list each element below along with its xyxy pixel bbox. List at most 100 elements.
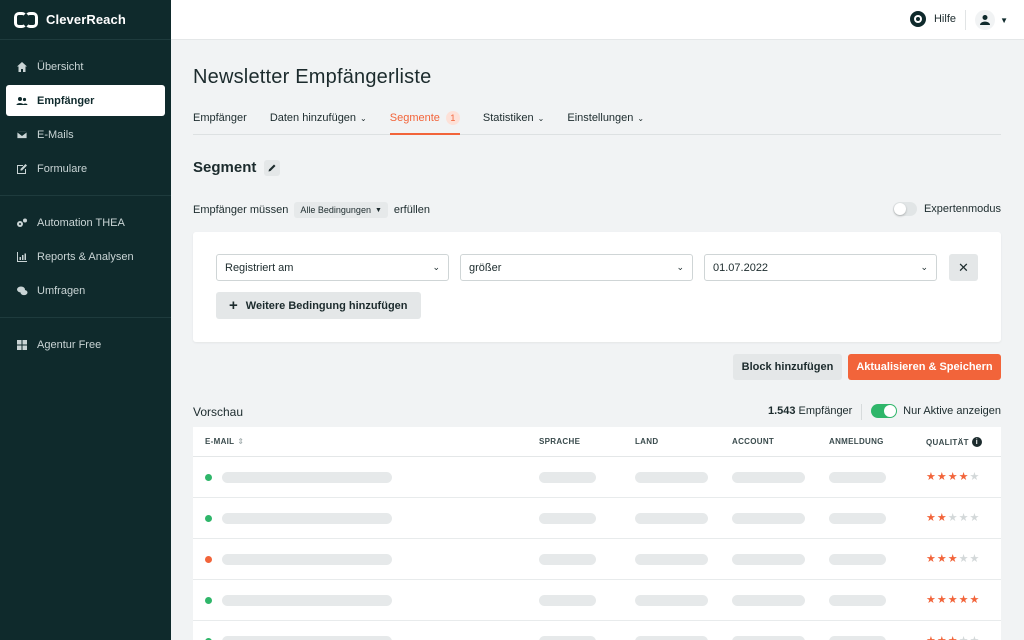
- condition-value-text: 01.07.2022: [713, 261, 769, 274]
- signup-placeholder: [829, 554, 886, 565]
- chevron-down-icon: ⌄: [676, 262, 684, 272]
- quality-rating: ★★★★★: [926, 593, 979, 606]
- sidebar-item-uebersicht[interactable]: Übersicht: [6, 51, 165, 82]
- column-label: E-MAIL: [205, 437, 235, 446]
- star-icon: ★: [947, 594, 958, 606]
- pencil-icon: [268, 164, 276, 171]
- language-placeholder: [539, 472, 596, 483]
- table-header: E-MAIL ⇕ SPRACHE LAND ACCOUNT ANMELDUNG …: [193, 427, 1001, 457]
- chart-icon: [16, 251, 28, 263]
- signup-placeholder: [829, 636, 886, 640]
- star-icon: ★: [947, 471, 958, 483]
- table-row[interactable]: ★★★★★: [193, 539, 1001, 580]
- column-header-qualitaet: QUALITÄT i: [926, 437, 982, 447]
- tab-segmente[interactable]: Segmente 1: [389, 107, 460, 135]
- star-icon: ★: [969, 471, 980, 483]
- condition-value-select[interactable]: 01.07.2022 ⌄: [704, 254, 937, 281]
- condition-mode-value: Alle Bedingungen: [300, 205, 371, 215]
- star-icon: ★: [958, 512, 969, 524]
- table-body: ★★★★★★★★★★★★★★★★★★★★★★★★★: [193, 457, 1001, 640]
- star-icon: ★: [948, 634, 958, 640]
- tab-einstellungen[interactable]: Einstellungen ⌄: [567, 107, 644, 135]
- sidebar-item-label: E-Mails: [37, 128, 74, 141]
- lifebuoy-icon: [909, 11, 926, 27]
- sidebar-item-agentur[interactable]: Agentur Free: [6, 329, 165, 360]
- tab-label: Statistiken: [482, 112, 534, 124]
- sidebar-item-label: Übersicht: [37, 60, 84, 73]
- sidebar-item-empfaenger[interactable]: Empfänger: [6, 85, 165, 116]
- add-condition-button[interactable]: + Weitere Bedingung hinzufügen: [216, 292, 421, 319]
- star-icon: ★: [926, 634, 936, 640]
- column-header-email[interactable]: E-MAIL ⇕: [205, 437, 244, 446]
- sidebar-item-reports[interactable]: Reports & Analysen: [6, 241, 165, 272]
- chevron-down-icon: ▼: [1000, 15, 1008, 25]
- edit-segment-button[interactable]: [264, 159, 281, 176]
- column-header-land: LAND: [635, 437, 658, 446]
- divider: [861, 404, 862, 420]
- page-title: Newsletter Empfängerliste: [193, 66, 432, 88]
- column-label: QUALITÄT: [926, 437, 969, 447]
- update-save-button[interactable]: Aktualisieren & Speichern: [848, 354, 1001, 380]
- logo[interactable]: CleverReach: [0, 0, 171, 40]
- condition-operator-select[interactable]: größer ⌄: [460, 254, 693, 281]
- users-icon: [16, 95, 28, 107]
- star-icon: ★: [947, 512, 958, 524]
- user-menu[interactable]: ▼: [975, 10, 1008, 30]
- star-icon: ★: [926, 594, 936, 606]
- star-icon: ★: [959, 634, 969, 640]
- language-placeholder: [539, 636, 596, 640]
- account-placeholder: [732, 554, 805, 565]
- nav-group-account: Agentur Free: [0, 318, 171, 371]
- status-dot: [205, 597, 212, 604]
- column-label: ACCOUNT: [732, 437, 775, 446]
- chevron-down-icon: ⌄: [637, 114, 645, 123]
- condition-mode-select[interactable]: Alle Bedingungen ▼: [294, 202, 388, 218]
- star-icon: ★: [969, 594, 980, 606]
- country-placeholder: [635, 513, 708, 524]
- expert-mode-label: Expertenmodus: [923, 203, 1001, 215]
- tab-statistiken[interactable]: Statistiken ⌄: [483, 107, 544, 135]
- expert-mode-switch[interactable]: [892, 202, 917, 216]
- column-header-account: ACCOUNT: [732, 437, 774, 446]
- chat-icon: [16, 285, 28, 297]
- active-only-switch[interactable]: [871, 404, 898, 418]
- sidebar-item-automation[interactable]: Automation THEA: [6, 207, 165, 238]
- user-icon: [975, 10, 996, 30]
- sidebar-item-formulare[interactable]: Formulare: [6, 153, 165, 184]
- condition-field-select[interactable]: Registriert am ⌄: [216, 254, 449, 281]
- tab-label: Einstellungen: [567, 112, 634, 124]
- star-icon: ★: [958, 594, 969, 606]
- table-row[interactable]: ★★★★★: [193, 457, 1001, 498]
- info-icon[interactable]: i: [971, 437, 982, 447]
- topbar: Hilfe ▼: [171, 0, 1024, 40]
- table-row[interactable]: ★★★★★: [193, 580, 1001, 621]
- star-icon: ★: [926, 471, 936, 483]
- tab-label: Daten hinzufügen: [269, 112, 357, 124]
- star-icon: ★: [936, 512, 947, 524]
- nav-group-tools: Automation THEA Reports & Analysen Umfra…: [0, 196, 171, 318]
- star-icon: ★: [937, 634, 947, 640]
- tab-daten-hinzufuegen[interactable]: Daten hinzufügen ⌄: [270, 107, 367, 135]
- active-only-toggle[interactable]: Nur Aktive anzeigen: [871, 404, 1001, 418]
- tabs: Empfänger Daten hinzufügen ⌄ Segmente 1 St…: [193, 107, 1001, 135]
- star-icon: ★: [947, 553, 958, 565]
- sidebar-item-umfragen[interactable]: Umfragen: [6, 275, 165, 306]
- star-icon: ★: [958, 471, 969, 483]
- star-icon: ★: [969, 553, 980, 565]
- country-placeholder: [635, 472, 708, 483]
- help-link[interactable]: Hilfe: [909, 11, 956, 27]
- sidebar-item-label: Umfragen: [37, 284, 86, 297]
- add-block-button[interactable]: Block hinzufügen: [733, 354, 842, 380]
- table-row[interactable]: ★★★★★: [193, 498, 1001, 539]
- tab-label: Segmente: [389, 112, 440, 124]
- account-placeholder: [732, 513, 805, 524]
- logo-text: CleverReach: [46, 12, 126, 27]
- tab-empfaenger[interactable]: Empfänger: [193, 107, 247, 135]
- column-header-sprache: SPRACHE: [539, 437, 580, 446]
- remove-condition-button[interactable]: ✕: [949, 254, 978, 281]
- sidebar-item-emails[interactable]: E-Mails: [6, 119, 165, 150]
- table-row[interactable]: ★★★★★: [193, 621, 1001, 640]
- expert-mode-toggle[interactable]: Expertenmodus: [892, 202, 1001, 216]
- plus-icon: +: [229, 297, 238, 314]
- recipient-count: 1.543 Empfänger: [768, 405, 852, 417]
